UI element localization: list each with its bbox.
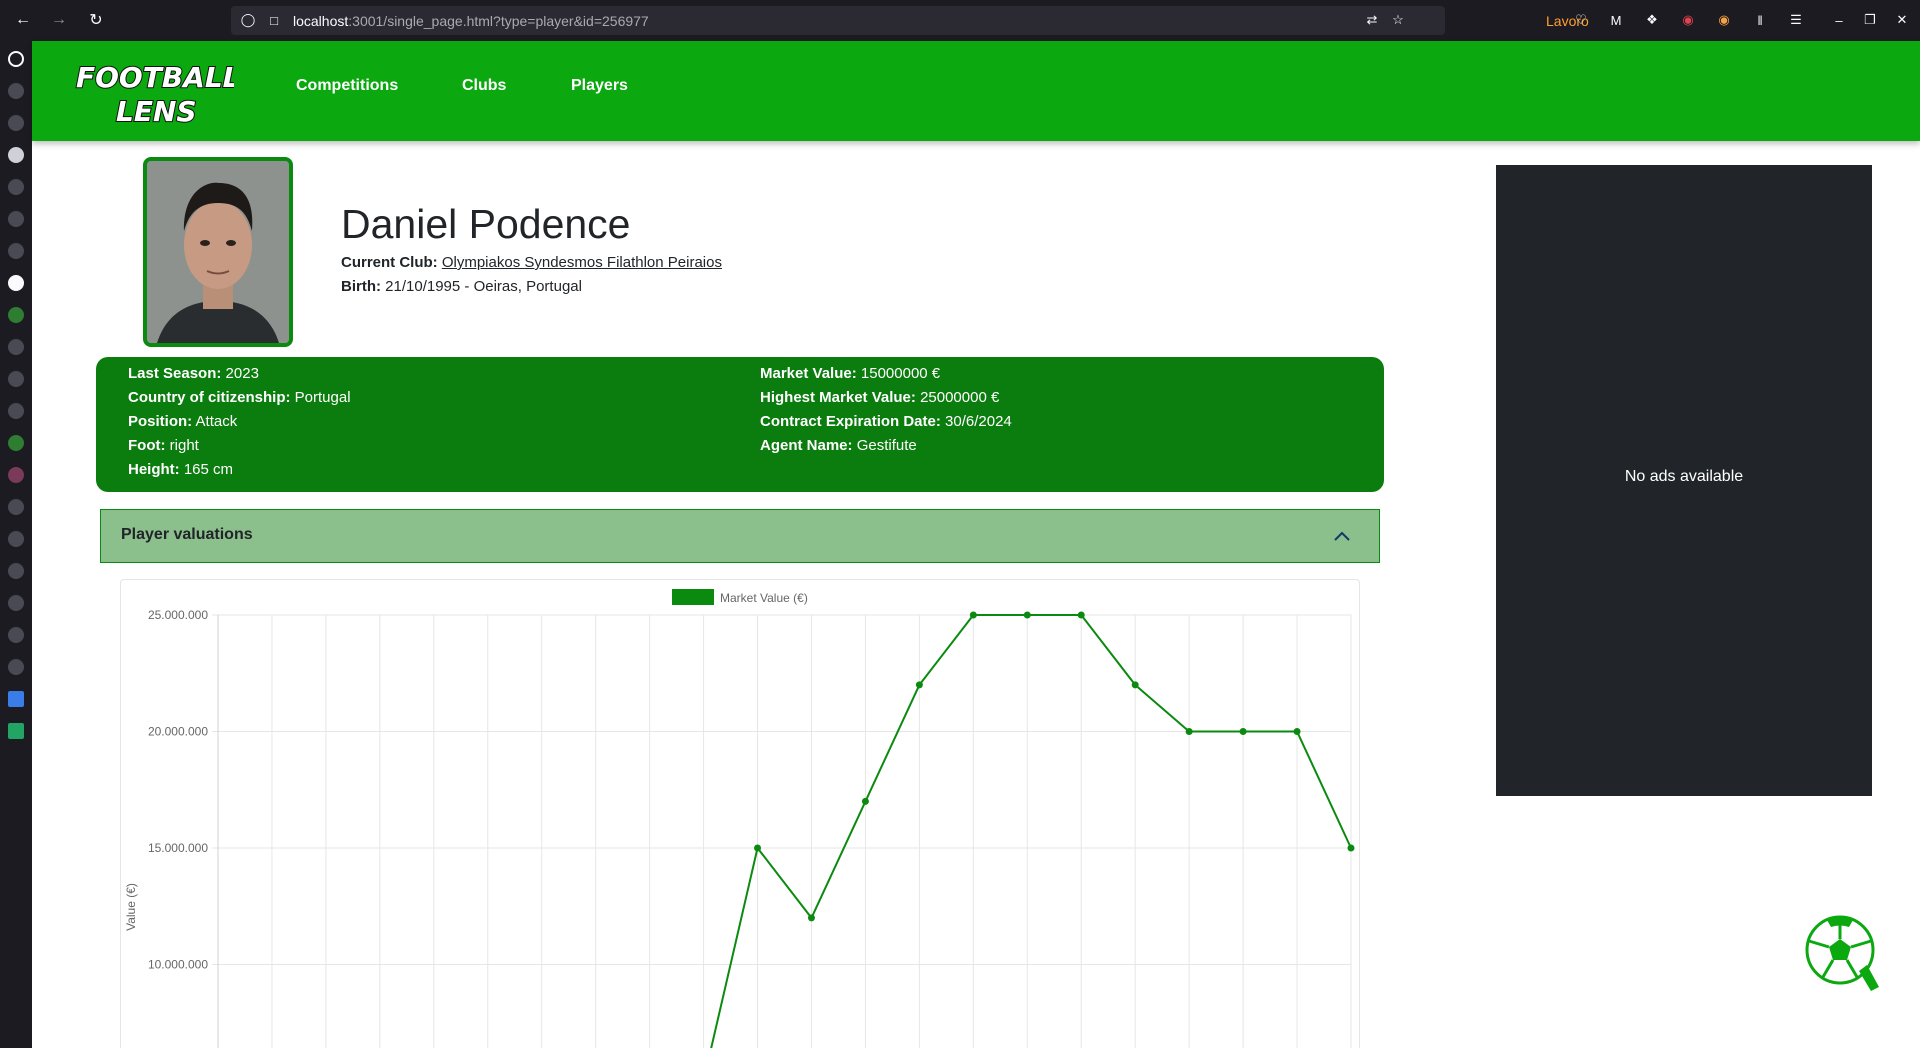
current-club-label: Current Club: bbox=[341, 254, 438, 271]
github-icon[interactable] bbox=[8, 499, 24, 515]
data-point bbox=[915, 681, 923, 689]
pocket-icon[interactable]: ♡ bbox=[1571, 10, 1591, 30]
sidebar-opera-icon[interactable] bbox=[8, 51, 24, 67]
player-name: Daniel Podence bbox=[341, 201, 631, 247]
data-point bbox=[861, 797, 869, 805]
football-icon[interactable] bbox=[8, 275, 24, 291]
url-bar[interactable]: ◯ □ localhost:3001/single_page.html?type… bbox=[231, 6, 1589, 35]
nav-players[interactable]: Players bbox=[571, 77, 628, 95]
data-point bbox=[1239, 728, 1247, 735]
forward-icon[interactable]: → bbox=[47, 8, 71, 32]
stat-highest-market-value: Highest Market Value: 25000000 € bbox=[760, 389, 1000, 406]
stat-citizenship: Country of citizenship: Portugal bbox=[128, 389, 351, 406]
sidebar-app-icon[interactable] bbox=[8, 179, 24, 195]
stat-market-value: Market Value: 15000000 € bbox=[760, 365, 941, 382]
minimize-icon[interactable]: – bbox=[1829, 10, 1849, 30]
browser-sidebar bbox=[0, 41, 32, 1048]
svg-text:FOOTBALL: FOOTBALL bbox=[76, 61, 234, 94]
birth-value: 21/10/1995 - Oeiras, Portugal bbox=[385, 278, 582, 295]
player-photo bbox=[143, 157, 293, 347]
data-point bbox=[754, 844, 762, 852]
sidebar-app-icon[interactable] bbox=[8, 371, 24, 387]
sidebar-app-icon[interactable] bbox=[8, 563, 24, 579]
stat-last-season: Last Season: 2023 bbox=[128, 365, 259, 382]
menu-icon[interactable]: ☰ bbox=[1786, 10, 1806, 30]
sidebar-app-icon[interactable] bbox=[8, 435, 24, 451]
site-header: FOOTBALL LENS Competitions Clubs Players bbox=[32, 41, 1920, 141]
restore-icon[interactable]: ❐ bbox=[1860, 10, 1880, 30]
back-icon[interactable]: ← bbox=[11, 8, 35, 32]
gmail-icon[interactable] bbox=[8, 211, 24, 227]
github-icon[interactable] bbox=[8, 403, 24, 419]
birth-label: Birth: bbox=[341, 278, 381, 295]
player-portrait bbox=[147, 161, 289, 343]
stat-height: Height: 165 cm bbox=[128, 461, 234, 478]
y-tick-label: 25.000.000 bbox=[148, 608, 208, 622]
bookmark-star-icon[interactable]: ☆ bbox=[1390, 12, 1406, 28]
github-icon[interactable] bbox=[8, 243, 24, 259]
github-icon[interactable] bbox=[8, 115, 24, 131]
data-point bbox=[1131, 681, 1139, 689]
data-point bbox=[1185, 728, 1193, 735]
player-stats-panel: Last Season: 2023 Country of citizenship… bbox=[96, 357, 1384, 492]
close-icon[interactable]: ✕ bbox=[1892, 10, 1912, 30]
y-tick-label: 15.000.000 bbox=[148, 841, 208, 855]
sidebar-app-icon[interactable] bbox=[8, 595, 24, 611]
data-point bbox=[1077, 611, 1085, 619]
shield-icon[interactable]: ◯ bbox=[240, 12, 256, 28]
extension-m-icon[interactable]: M bbox=[1606, 10, 1626, 30]
ads-text: No ads available bbox=[1624, 468, 1744, 485]
extension-icon[interactable]: ◉ bbox=[1714, 10, 1734, 30]
translate-icon[interactable]: ⇄ bbox=[1364, 12, 1380, 28]
valuation-chart-svg: 25.000.000 20.000.000 15.000.000 10.000.000… bbox=[124, 589, 1355, 1048]
data-point bbox=[807, 914, 815, 922]
github-icon[interactable] bbox=[8, 147, 24, 163]
legend-label: Market Value (€) bbox=[720, 591, 808, 605]
current-club-line: Current Club: Olympiakos Syndesmos Filat… bbox=[341, 254, 722, 271]
nav-competitions[interactable]: Competitions bbox=[296, 77, 398, 95]
sidebar-app-icon[interactable] bbox=[8, 307, 24, 323]
library-icon[interactable]: ‖ bbox=[1750, 10, 1770, 30]
football-lens-logo[interactable]: FOOTBALL LENS bbox=[74, 55, 234, 127]
ublock-icon[interactable]: ◉ bbox=[1678, 10, 1698, 30]
svg-text:LENS: LENS bbox=[116, 95, 197, 127]
extensions-icon[interactable]: ❖ bbox=[1642, 10, 1662, 30]
sidebar-app-icon[interactable] bbox=[8, 339, 24, 355]
page-info-icon[interactable]: □ bbox=[266, 12, 282, 28]
stat-contract-expiration: Contract Expiration Date: 30/6/2024 bbox=[760, 413, 1012, 430]
docs-icon[interactable] bbox=[8, 691, 24, 707]
y-tick-label: 10.000.000 bbox=[148, 958, 208, 972]
browser-toolbar: ← → ↻ ◯ □ localhost:3001/single_page.htm… bbox=[0, 0, 1920, 41]
y-axis-label: Value (€) bbox=[124, 883, 138, 931]
sheets-icon[interactable] bbox=[8, 723, 24, 739]
stat-agent-name: Agent Name: Gestifute bbox=[760, 437, 917, 454]
sidebar-app-icon[interactable] bbox=[8, 659, 24, 675]
github-icon[interactable] bbox=[8, 531, 24, 547]
url-text[interactable]: localhost:3001/single_page.html?type=pla… bbox=[293, 13, 649, 29]
valuation-chart: 25.000.000 20.000.000 15.000.000 10.000.000… bbox=[120, 579, 1360, 1048]
accordion-title: Player valuations bbox=[121, 526, 253, 543]
legend-swatch bbox=[672, 589, 714, 605]
data-point bbox=[969, 611, 977, 619]
data-point bbox=[1347, 844, 1355, 852]
stat-position: Position: Attack bbox=[128, 413, 238, 430]
data-point bbox=[1023, 611, 1031, 619]
sidebar-app-icon[interactable] bbox=[8, 467, 24, 483]
chevron-up-icon[interactable] bbox=[1333, 528, 1351, 546]
data-point bbox=[1293, 728, 1301, 735]
ads-panel: No ads available bbox=[1496, 165, 1872, 796]
search-ball-button[interactable] bbox=[1805, 915, 1881, 995]
sidebar-app-icon[interactable] bbox=[8, 627, 24, 643]
reload-icon[interactable]: ↻ bbox=[84, 8, 108, 32]
current-club-link[interactable]: Olympiakos Syndesmos Filathlon Peiraios bbox=[442, 254, 722, 271]
y-tick-label: 20.000.000 bbox=[148, 725, 208, 739]
nav-clubs[interactable]: Clubs bbox=[462, 77, 506, 95]
birth-line: Birth: 21/10/1995 - Oeiras, Portugal bbox=[341, 278, 582, 295]
sidebar-app-icon[interactable] bbox=[8, 83, 24, 99]
player-valuations-accordion[interactable]: Player valuations bbox=[100, 509, 1380, 563]
stat-foot: Foot: right bbox=[128, 437, 199, 454]
